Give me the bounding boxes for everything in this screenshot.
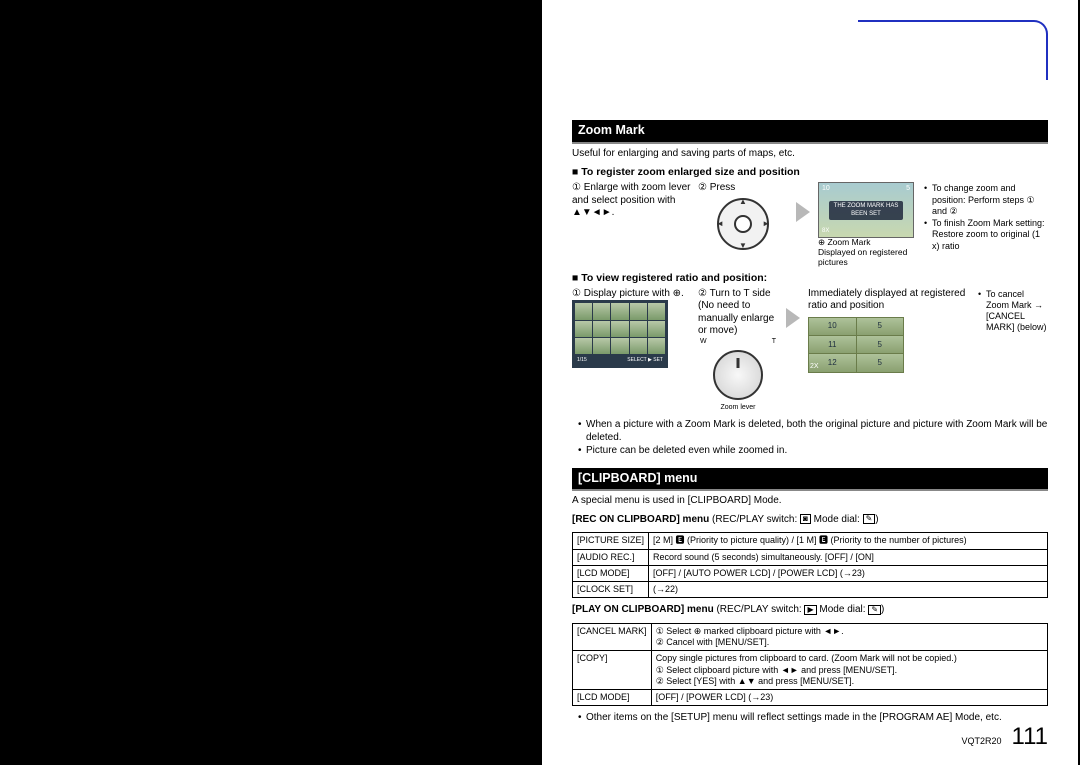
view-step-1: ① Display picture with ⊕. 1/15SELECT ▶ S… (572, 288, 692, 369)
view-step-1-text: Display picture with ⊕. (584, 288, 684, 299)
step-2-text: Press (710, 182, 736, 193)
note-delete: When a picture with a Zoom Mark is delet… (578, 419, 1048, 444)
manual-page: Zoom Mark Useful for enlarging and savin… (542, 0, 1078, 765)
step-num-2: ② (698, 182, 707, 193)
playback-grid: 1/15SELECT ▶ SET (572, 300, 668, 368)
view-step-2-text: Turn to T side (No need to manually enla… (698, 288, 774, 337)
step-1-text: Enlarge with zoom lever and select posit… (572, 182, 690, 218)
zoom-lever-icon (713, 350, 763, 400)
preview-caption-2: Displayed on registered pictures (818, 248, 918, 268)
clipboard-intro: A special menu is used in [CLIPBOARD] Mo… (572, 495, 1048, 508)
table-row: [COPY]Copy single pictures from clipboar… (573, 651, 1048, 690)
tip-change: To change zoom and position: Perform ste… (924, 183, 1048, 217)
clipboard-mode-icon-2: ✎ (868, 605, 881, 615)
step-1: ① Enlarge with zoom lever and select pos… (572, 182, 692, 220)
tip-cancel: To cancel Zoom Mark → [CANCEL MARK] (bel… (978, 289, 1048, 334)
zoom-mark-notes: When a picture with a Zoom Mark is delet… (578, 419, 1048, 458)
view-step-2: ② Turn to T side (No need to manually en… (698, 288, 778, 414)
rec-clipboard-heading: [REC ON CLIPBOARD] menu (REC/PLAY switch… (572, 514, 1048, 527)
page-number: 111 (1012, 723, 1048, 751)
register-row: ① Enlarge with zoom lever and select pos… (572, 182, 1048, 267)
zoom-lever-label: Zoom lever (698, 404, 778, 413)
subhead-view: ■ To view registered ratio and position: (572, 272, 1048, 285)
view-result: Immediately displayed at registered rati… (808, 288, 1048, 373)
dpad-icon: ▲▼◄► (714, 195, 772, 253)
register-tips: To change zoom and position: Perform ste… (924, 182, 1048, 253)
camera-icon: ◙ (800, 514, 811, 524)
table-row: [CANCEL MARK]① Select ⊕ marked clipboard… (573, 623, 1048, 651)
view-tips: To cancel Zoom Mark → [CANCEL MARK] (bel… (978, 288, 1048, 335)
table-row: [PICTURE SIZE][2 M] 🅴 (Priority to pictu… (573, 533, 1048, 549)
section-heading-zoom-mark: Zoom Mark (572, 120, 1048, 144)
view-step-num-1: ① (572, 288, 581, 299)
play-clipboard-table: [CANCEL MARK]① Select ⊕ marked clipboard… (572, 623, 1048, 707)
clipboard-mode-icon: ✎ (863, 514, 876, 524)
doc-code: VQT2R20 (961, 736, 1001, 746)
zoomed-preview: 105 115 125 2X (808, 317, 904, 373)
result-caption: Immediately displayed at registered rati… (808, 288, 974, 313)
table-row: [CLOCK SET](→22) (573, 582, 1048, 598)
table-row: [AUDIO REC.]Record sound (5 seconds) sim… (573, 549, 1048, 565)
view-row: ① Display picture with ⊕. 1/15SELECT ▶ S… (572, 288, 1048, 414)
play-icon: ▶ (804, 605, 816, 615)
result-thumb: 10 5 THE ZOOM MARK HAS BEEN SET 8X ⊕ Zoo… (818, 182, 918, 267)
zoom-mark-intro: Useful for enlarging and saving parts of… (572, 148, 1048, 161)
tip-finish: To finish Zoom Mark setting: Restore zoo… (924, 218, 1048, 252)
rec-clipboard-table: [PICTURE SIZE][2 M] 🅴 (Priority to pictu… (572, 532, 1048, 598)
table-row: [LCD MODE][OFF] / [AUTO POWER LCD] / [PO… (573, 565, 1048, 581)
page-corner-accent (858, 20, 1048, 80)
step-2: ② Press ▲▼◄► (698, 182, 788, 253)
arrow-icon-2 (784, 288, 802, 328)
note-delete-zoomed: Picture can be deleted even while zoomed… (578, 445, 1048, 458)
zoom-mark-preview: 10 5 THE ZOOM MARK HAS BEEN SET 8X (818, 182, 914, 238)
page-footer: VQT2R20 111 (961, 723, 1048, 751)
section-heading-clipboard: [CLIPBOARD] menu (572, 468, 1048, 492)
arrow-icon (794, 182, 812, 222)
view-step-num-2: ② (698, 288, 707, 299)
table-row: [LCD MODE][OFF] / [POWER LCD] (→23) (573, 690, 1048, 706)
page-content: Zoom Mark Useful for enlarging and savin… (542, 20, 1078, 725)
subhead-register: ■ To register zoom enlarged size and pos… (572, 166, 1048, 179)
play-clipboard-heading: [PLAY ON CLIPBOARD] menu (REC/PLAY switc… (572, 604, 1048, 617)
step-num-1: ① (572, 182, 581, 193)
